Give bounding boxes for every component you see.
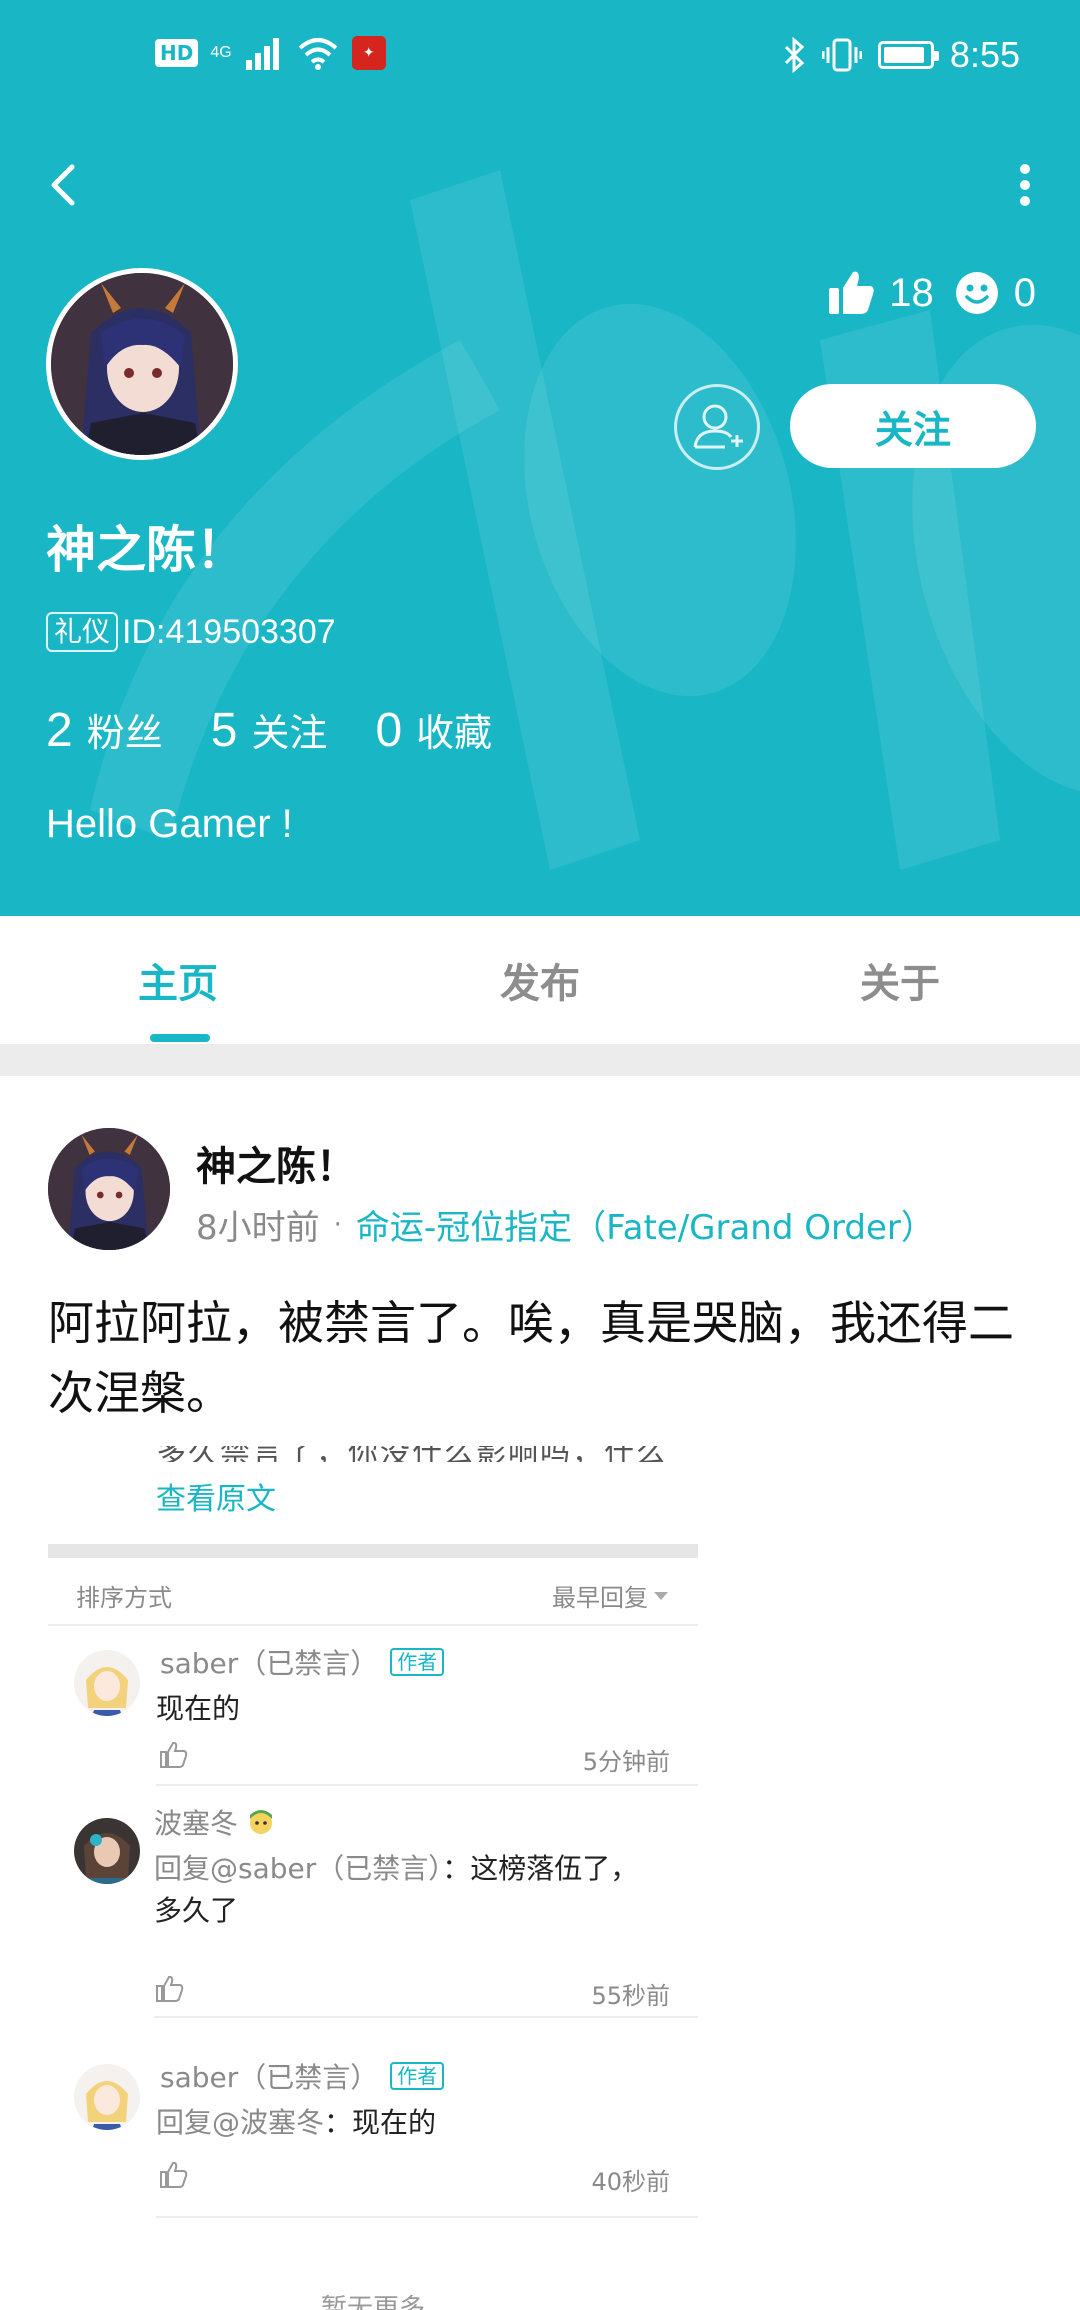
sort-label: 排序方式: [76, 1584, 172, 1612]
post-meta: 8小时前 · 命运-冠位指定（Fate/Grand Order）: [196, 1200, 935, 1249]
fans-count: 2: [46, 704, 73, 757]
reply-user: saber（已禁言） 作者: [160, 2056, 445, 2096]
favorites-count: 0: [375, 704, 403, 757]
reply-divider: [156, 1784, 698, 1786]
post-text: 阿拉阿拉，被禁言了。唉，真是哭脑，我还得二次涅槃。: [48, 1296, 1014, 1420]
meta-separator: ·: [333, 1209, 342, 1240]
role-badge: 礼仪: [46, 612, 119, 652]
tab-home[interactable]: 主页: [0, 916, 360, 1044]
no-more-text: 暂无更多: [320, 2294, 425, 2310]
reply-time: 40秒前: [591, 2168, 670, 2196]
post-card[interactable]: 神之陈！ 8小时前 · 命运-冠位指定（Fate/Grand Order） 阿拉…: [0, 1076, 1080, 2310]
tab-about[interactable]: 关于: [720, 916, 1080, 1044]
wifi-icon: [298, 38, 338, 70]
likes-count: 18: [889, 270, 934, 315]
embed-divider: [48, 1544, 698, 1558]
sort-row: 排序方式 最早回复: [48, 1558, 698, 1626]
reply-item: saber（已禁言） 作者 回复@波塞冬：现在的 40秒前: [48, 2028, 698, 2228]
post-time: 8小时前: [196, 1208, 320, 1248]
reply-text: 回复@saber（已禁言）：这榜落伍了，多久了: [154, 1852, 639, 1927]
reply-user: saber（已禁言） 作者: [160, 1642, 445, 1682]
caret-down-icon: [654, 1591, 668, 1600]
reply-avatar: [74, 2064, 140, 2130]
like-icon: [160, 2161, 188, 2188]
status-time: 8:55: [949, 34, 1020, 75]
thumbs-up-icon: [829, 271, 874, 314]
profile-counts: 2 粉丝 5 关注 0 收藏: [46, 702, 540, 758]
reply-divider: [154, 2016, 698, 2018]
status-bar: HD 4G ✦ 8:55: [0, 30, 1080, 94]
background-watermark: [90, 170, 1080, 870]
following-count: 5: [210, 704, 238, 757]
author-tag: 作者: [390, 2062, 445, 2090]
reply-item: 波塞冬 回复@saber（已禁言）：这榜落伍了，多久了 55秒前: [48, 1798, 698, 2018]
smiles-stat[interactable]: 0: [954, 270, 1036, 316]
post-image[interactable]: 多久禁言了，你没什么影响吗，什么 查看原文 排序方式 最早回复 saber: [48, 1446, 698, 2310]
author-tag: 作者: [390, 1648, 445, 1676]
fans-label: 粉丝: [86, 711, 163, 755]
profile-id-row: 礼仪 ID:419503307: [46, 612, 336, 652]
signal-icon: [245, 38, 279, 70]
notification-app-icon: ✦: [351, 36, 386, 70]
more-vertical-icon[interactable]: [1010, 155, 1040, 215]
reply-time: 55秒前: [591, 1982, 670, 2010]
post-game-link[interactable]: 命运-冠位指定（Fate/Grand Order）: [356, 1200, 935, 1249]
reply-text: 回复@波塞冬：现在的: [156, 2106, 437, 2139]
like-icon: [156, 1975, 184, 2002]
reply-text: 现在的: [156, 1692, 241, 1725]
reply-avatar: [74, 1818, 140, 1884]
profile-tabs: 主页 发布 关于: [0, 916, 1080, 1044]
reply-time: 5分钟前: [582, 1748, 670, 1776]
embed-cut-text: 多久禁言了，你没什么影响吗，什么: [156, 1446, 676, 1462]
section-divider: [0, 1044, 1080, 1076]
add-friend-button[interactable]: [674, 384, 760, 470]
post-author-avatar[interactable]: [48, 1128, 170, 1250]
likes-stat[interactable]: 18: [827, 270, 934, 316]
sort-value: 最早回复: [552, 1578, 668, 1613]
favorites-label: 收藏: [416, 711, 493, 755]
smile-icon: [955, 272, 998, 314]
view-original-link: 查看原文: [156, 1482, 276, 1517]
add-user-icon: [693, 404, 743, 449]
fans-count-item[interactable]: 2 粉丝: [46, 702, 163, 758]
bluetooth-icon: [784, 37, 805, 73]
favorites-count-item[interactable]: 0 收藏: [375, 702, 492, 758]
profile-id: ID:419503307: [122, 612, 336, 651]
reply-user: 波塞冬: [154, 1802, 276, 1842]
following-label: 关注: [251, 711, 328, 755]
like-icon: [160, 1741, 188, 1768]
profile-avatar[interactable]: [46, 268, 238, 460]
profile-header: HD 4G ✦ 8:55 18 0 关注 神之陈！ 礼仪 ID:41950330…: [0, 0, 1080, 916]
reply-divider: [156, 2216, 698, 2218]
battery-icon: [877, 41, 939, 69]
emoji-badge-icon: [250, 1810, 273, 1834]
following-count-item[interactable]: 5 关注: [211, 702, 328, 758]
profile-nickname: 神之陈！: [46, 521, 246, 579]
tab-posts[interactable]: 发布: [360, 916, 720, 1044]
profile-bio: Hello Gamer !: [46, 802, 293, 846]
follow-button[interactable]: 关注: [790, 384, 1036, 468]
post-author-name[interactable]: 神之陈！: [196, 1134, 356, 1192]
reply-item: saber（已禁言） 作者 现在的 5分钟前: [48, 1636, 698, 1786]
smiles-count: 0: [1013, 270, 1036, 315]
hd-icon: HD: [155, 39, 199, 67]
reply-avatar: [74, 1650, 140, 1716]
back-arrow-icon[interactable]: [40, 155, 90, 215]
network-label: 4G: [210, 44, 232, 61]
profile-reactions: 18 0: [827, 270, 1036, 316]
vibrate-icon: [821, 38, 862, 72]
